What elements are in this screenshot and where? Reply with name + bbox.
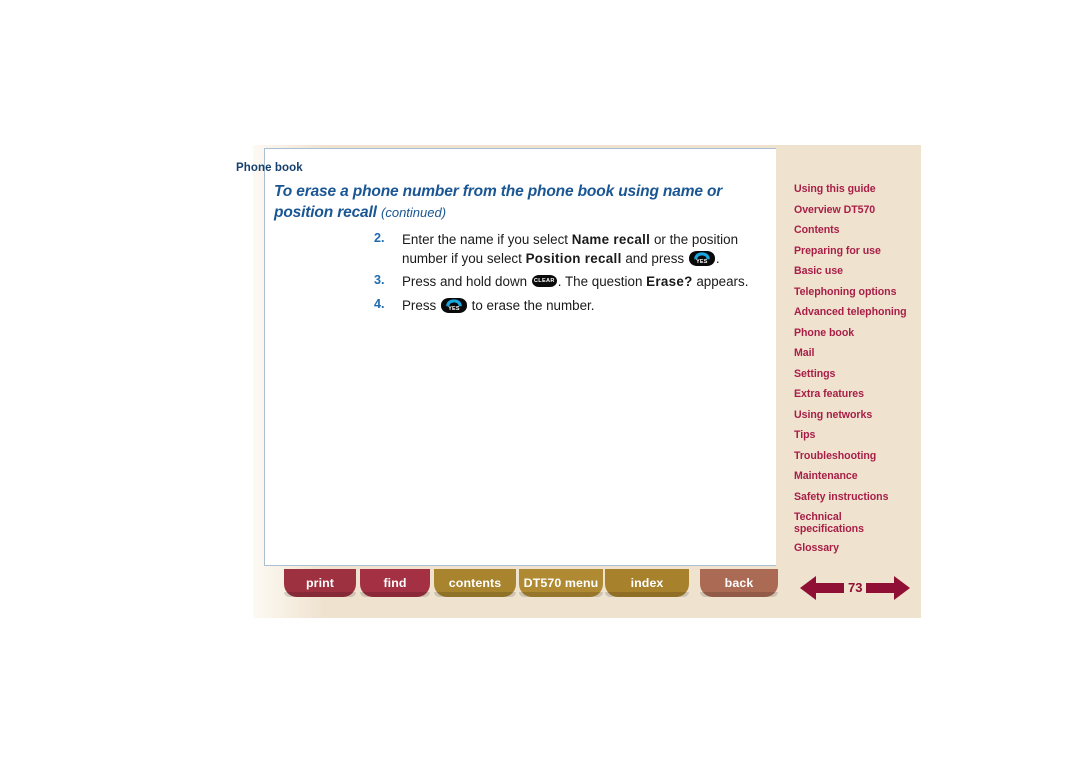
instruction-step: 4. Press YES to erase the number. (374, 297, 754, 316)
button-label: back (724, 576, 754, 590)
page-title-text: To erase a phone number from the phone b… (274, 183, 723, 221)
sidebar-item-preparing-for-use[interactable]: Preparing for use (794, 245, 881, 258)
sidebar-item-troubleshooting[interactable]: Troubleshooting (794, 450, 876, 463)
chapter-navigation-sidebar: Using this guide Overview DT570 Contents Pr… (776, 145, 921, 570)
clear-key-label: CLEAR (533, 278, 555, 285)
breadcrumb: Phone book (236, 162, 303, 174)
button-shadow (605, 592, 689, 597)
sidebar-item-advanced-telephoning[interactable]: Advanced telephoning (794, 306, 907, 319)
sidebar-item-safety-instructions[interactable]: Safety instructions (794, 491, 888, 504)
page-title: To erase a phone number from the phone b… (274, 182, 774, 223)
button-shadow (434, 592, 516, 597)
sidebar-item-overview-dt570[interactable]: Overview DT570 (794, 204, 875, 217)
instruction-step-list: 2. Enter the name if you select Name reca… (374, 231, 754, 320)
yes-key-label: YES (448, 306, 460, 313)
button-shadow (700, 592, 778, 597)
sidebar-item-tips[interactable]: Tips (794, 429, 815, 442)
sidebar-item-maintenance[interactable]: Maintenance (794, 470, 858, 483)
print-button[interactable]: print (284, 569, 356, 597)
button-shadow (284, 592, 356, 597)
step-text: Press and hold down CLEAR. The question … (402, 274, 749, 290)
button-label: DT570 menu (523, 576, 599, 590)
button-label: index (630, 576, 664, 590)
clear-key-icon: CLEAR (531, 275, 557, 288)
sidebar-item-using-this-guide[interactable]: Using this guide (794, 183, 876, 196)
index-button[interactable]: index (605, 569, 689, 597)
step-text: Press YES to erase the number. (402, 297, 595, 313)
emphasis-term: Name recall (571, 232, 651, 247)
button-label: find (383, 576, 407, 590)
yes-key-icon: YES (440, 297, 467, 313)
button-shadow (519, 592, 603, 597)
sidebar-item-basic-use[interactable]: Basic use (794, 265, 843, 278)
yes-key-icon: YES (688, 250, 715, 266)
arrow-right-glyph (866, 576, 910, 600)
button-label: contents (448, 576, 502, 590)
arrow-left-glyph (800, 576, 844, 600)
sidebar-item-telephoning-options[interactable]: Telephoning options (794, 286, 896, 299)
sidebar-item-settings[interactable]: Settings (794, 368, 835, 381)
find-button[interactable]: find (360, 569, 430, 597)
step-number: 2. (374, 231, 385, 245)
sidebar-item-technical-specifications[interactable]: Technical specifications (794, 511, 904, 535)
back-button[interactable]: back (700, 569, 778, 597)
step-number: 3. (374, 273, 385, 288)
contents-button[interactable]: contents (434, 569, 516, 597)
sidebar-item-contents[interactable]: Contents (794, 224, 840, 237)
step-number: 4. (374, 296, 385, 311)
sidebar-item-phone-book[interactable]: Phone book (794, 327, 854, 340)
sidebar-item-extra-features[interactable]: Extra features (794, 388, 864, 401)
emphasis-term: Position recall (525, 250, 622, 266)
instruction-step: 3. Press and hold down CLEAR. The questio… (374, 273, 754, 292)
previous-page-arrow-icon[interactable] (800, 574, 844, 607)
instruction-step: 2. Enter the name if you select Name reca… (374, 231, 754, 268)
page-title-continued: (continued) (381, 204, 447, 220)
yes-key-label: YES (696, 259, 708, 266)
next-page-arrow-icon[interactable] (866, 574, 910, 607)
dt570-menu-button[interactable]: DT570 menu (519, 569, 603, 597)
button-label: print (305, 576, 335, 590)
sidebar-item-using-networks[interactable]: Using networks (794, 409, 872, 422)
step-text: Enter the name if you select Name recall… (402, 232, 739, 266)
sidebar-item-glossary[interactable]: Glossary (794, 542, 839, 555)
page-root: Phone book To erase a phone number from … (0, 0, 1080, 763)
sidebar-item-mail[interactable]: Mail (794, 347, 814, 360)
emphasis-term: Erase? (646, 274, 693, 290)
button-shadow (360, 592, 430, 597)
